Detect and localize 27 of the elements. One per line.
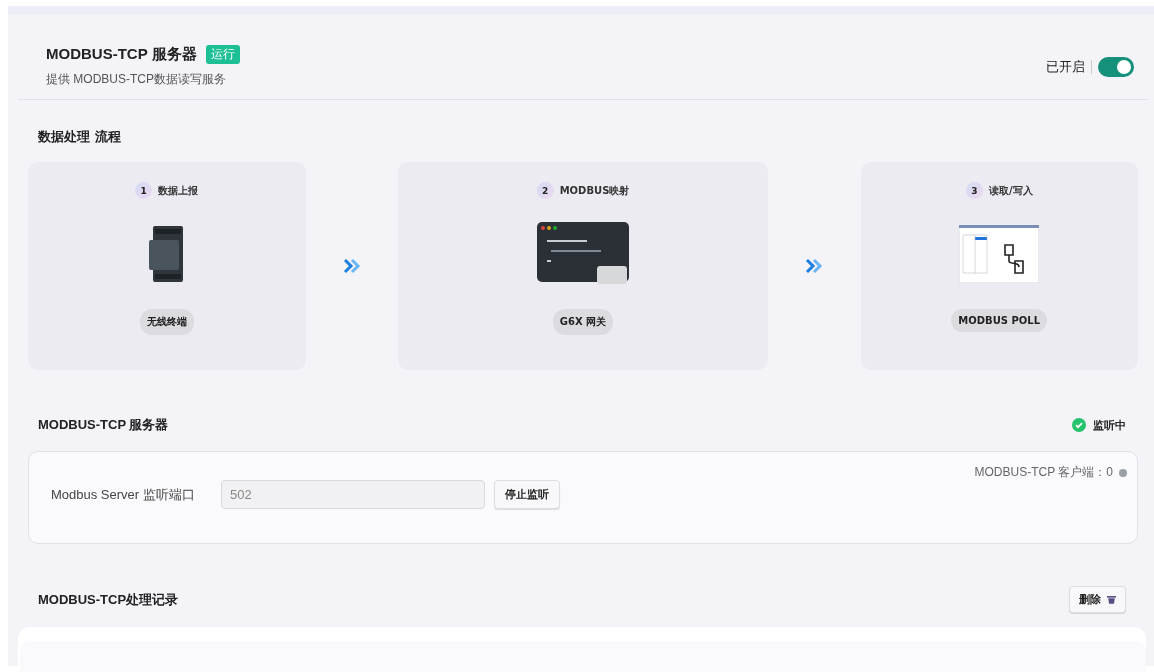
stop-listening-button[interactable]: 停止监听	[494, 480, 560, 509]
step-title: 读取/写入	[988, 183, 1033, 198]
status-dot-icon	[1119, 468, 1127, 477]
step-label: 无线终端	[139, 309, 194, 335]
page-subtitle: 提供 MODBUS-TCP数据读写服务	[46, 71, 227, 88]
client-count: MODBUS-TCP 客户端：0	[974, 464, 1113, 481]
step-number: 2	[536, 182, 554, 199]
port-label: Modbus Server 监听端口	[51, 485, 196, 504]
check-circle-icon	[1072, 418, 1086, 432]
section-title: MODBUS-TCP 服务器	[38, 416, 169, 434]
page-title: MODBUS-TCP 服务器	[46, 45, 197, 64]
step-label: G6X 网关	[552, 309, 614, 335]
double-chevron-icon	[342, 258, 361, 274]
step-number: 3	[965, 182, 983, 199]
step-label: MODBUS POLL	[951, 309, 1048, 332]
listening-status: 监听中	[1093, 417, 1126, 433]
trash-icon	[1107, 595, 1116, 604]
section-title: MODBUS-TCP处理记录	[38, 590, 179, 609]
switch-label: 已开启	[1046, 57, 1085, 76]
step-number: 1	[135, 182, 153, 199]
double-chevron-icon	[805, 258, 824, 274]
section-title: 数据处理 流程	[38, 128, 122, 146]
toggle-switch[interactable]	[1098, 56, 1134, 77]
step-title: 数据上报	[158, 183, 199, 198]
status-badge: 运行	[205, 45, 240, 64]
delete-button[interactable]: 删除	[1069, 586, 1126, 613]
step-title: MODBUS映射	[559, 183, 630, 198]
